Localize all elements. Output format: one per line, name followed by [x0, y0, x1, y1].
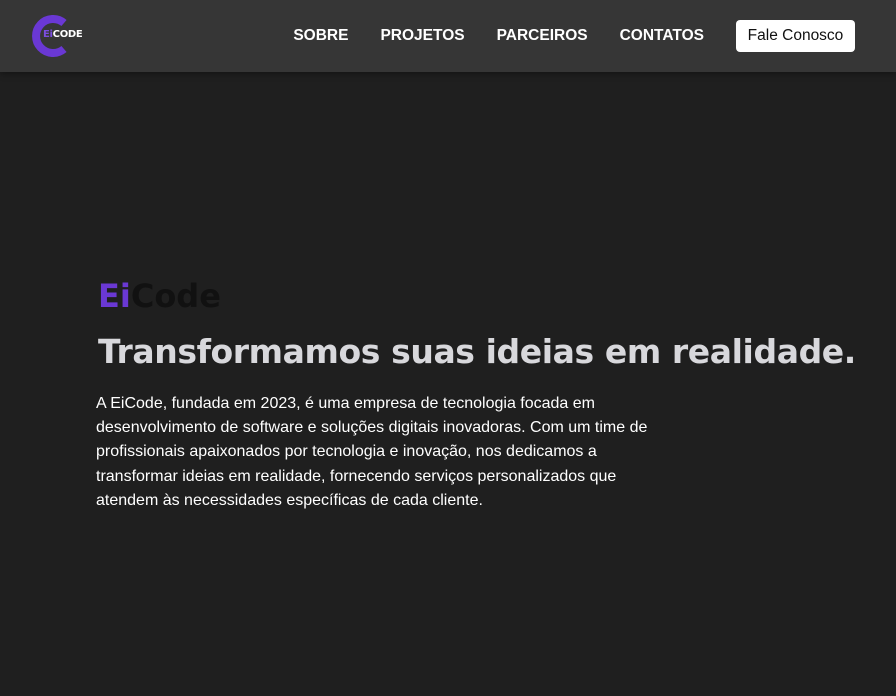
hero-brand-prefix: Ei: [98, 277, 131, 315]
nav-link-parceiros[interactable]: PARCEIROS: [497, 27, 588, 45]
hero-description: A EiCode, fundada em 2023, é uma empresa…: [96, 395, 648, 509]
nav-menu: SOBRE PROJETOS PARCEIROS CONTATOS: [261, 0, 704, 72]
hero-headline: Transformamos suas ideias em realidade.: [98, 332, 856, 371]
logo[interactable]: EiCODE: [32, 15, 83, 57]
navbar: EiCODE SOBRE PROJETOS PARCEIROS CONTATOS…: [0, 0, 896, 72]
hero-section: EiCode Transformamos suas ideias em real…: [96, 276, 856, 513]
contact-button[interactable]: Fale Conosco: [736, 20, 855, 52]
logo-text: EiCODE: [43, 29, 83, 40]
nav-link-projetos[interactable]: PROJETOS: [380, 27, 464, 45]
nav-link-contatos[interactable]: CONTATOS: [620, 27, 704, 45]
nav-link-sobre[interactable]: SOBRE: [293, 27, 348, 45]
hero-brand: EiCode: [98, 276, 816, 316]
hero-brand-suffix: Code: [130, 277, 221, 315]
